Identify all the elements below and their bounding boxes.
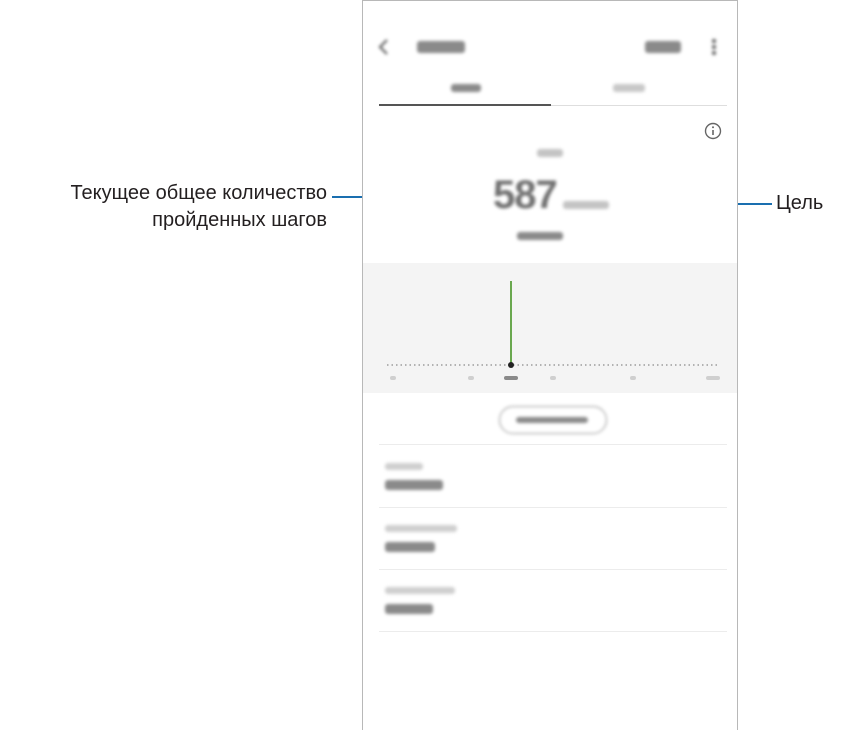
tab-active[interactable] [451, 84, 481, 92]
chart-tick-label [706, 376, 720, 380]
stat-label [385, 463, 423, 470]
goal-value [563, 201, 609, 209]
divider [379, 569, 727, 570]
summary-subtitle [517, 232, 563, 240]
chart-tick-label [550, 376, 556, 380]
chevron-left-icon[interactable] [377, 38, 391, 56]
stat-label [385, 525, 457, 532]
tab-indicator [379, 104, 551, 106]
chart-tick-label [504, 376, 518, 380]
chart-tick-label [390, 376, 396, 380]
callout-current-steps: Текущее общее количество пройденных шаго… [70, 182, 327, 231]
callout-goal: Цель [776, 192, 824, 214]
step-count: 587 [493, 173, 558, 217]
stat-label [385, 587, 455, 594]
stat-value [385, 604, 433, 614]
chart-point [508, 362, 514, 368]
steps-chart [387, 281, 720, 380]
period-label [537, 149, 563, 157]
app-title [417, 41, 465, 53]
info-icon[interactable] [704, 122, 722, 140]
chart-tick-label [630, 376, 636, 380]
pill-button-label [516, 417, 588, 423]
chart-bar [510, 281, 512, 365]
tab-divider [551, 105, 727, 106]
divider [379, 631, 727, 632]
chart-tick-label [468, 376, 474, 380]
stat-value [385, 480, 443, 490]
more-vertical-icon[interactable] [711, 38, 717, 56]
stat-value [385, 542, 435, 552]
pill-button[interactable] [499, 406, 607, 434]
divider [379, 444, 727, 445]
phone-screen: 587 [362, 0, 738, 730]
tab-inactive[interactable] [613, 84, 645, 92]
divider [379, 507, 727, 508]
header-action[interactable] [645, 41, 681, 53]
